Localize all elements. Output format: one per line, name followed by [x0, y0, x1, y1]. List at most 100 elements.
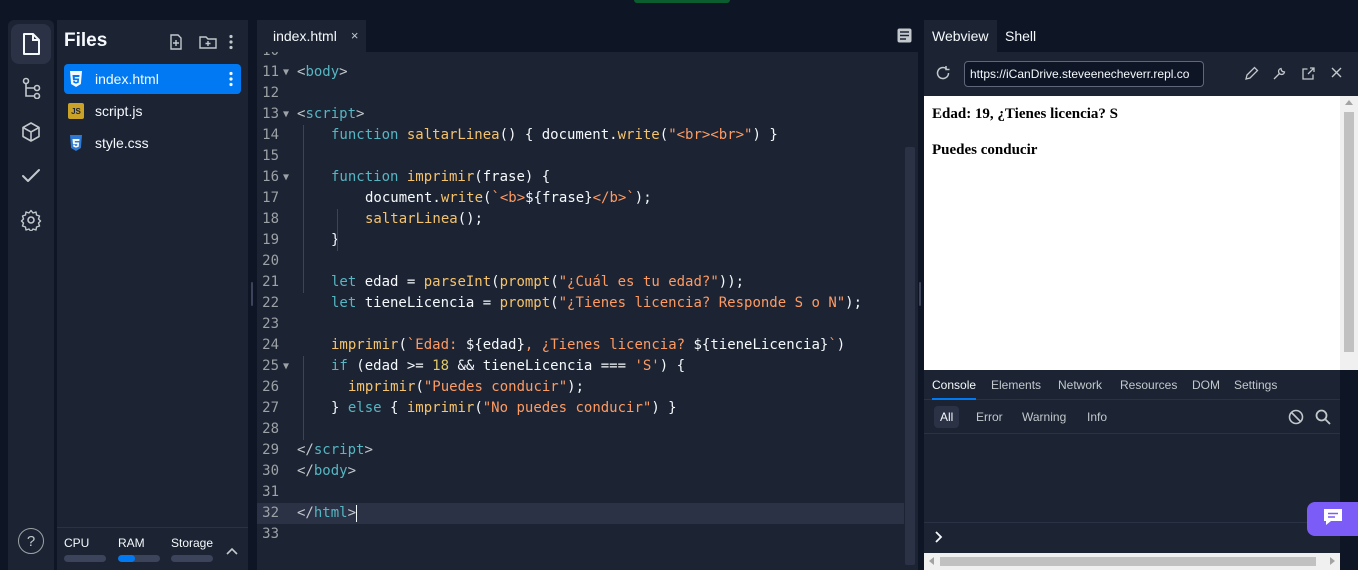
git-icon[interactable]: [11, 68, 51, 108]
tab-settings[interactable]: Settings: [1234, 370, 1277, 400]
code-token: (: [398, 337, 407, 353]
filter-all[interactable]: All: [934, 406, 960, 428]
tab-resources[interactable]: Resources: [1120, 370, 1177, 400]
files-icon[interactable]: [11, 24, 51, 64]
filter-warning[interactable]: Warning: [1016, 406, 1072, 428]
fold-arrow-icon[interactable]: ▼: [283, 167, 289, 188]
code-line[interactable]: 15: [257, 146, 904, 167]
line-number: 18: [262, 211, 279, 227]
edit-icon[interactable]: [1244, 66, 1259, 86]
packages-icon[interactable]: [11, 112, 51, 152]
fold-arrow-icon[interactable]: ▼: [283, 104, 289, 125]
code-line[interactable]: 20: [257, 251, 904, 272]
file-index-html[interactable]: index.html: [64, 64, 241, 94]
code-line[interactable]: 17 document.write(`<b>${frase}</b>`);: [257, 188, 904, 209]
code-token: html: [313, 505, 348, 521]
indent-guide: [303, 125, 304, 293]
code-line[interactable]: 19}: [257, 230, 904, 251]
webview-scrollbar[interactable]: [1340, 96, 1358, 370]
code-line[interactable]: 13 ▼ <script>: [257, 104, 904, 125]
line-number: 16: [262, 169, 279, 185]
editor-tabbar: index.html ×: [257, 20, 918, 52]
code-line[interactable]: 23: [257, 314, 904, 335]
new-folder-icon[interactable]: [199, 33, 217, 51]
settings-icon[interactable]: [11, 200, 51, 240]
code-line[interactable]: 24 imprimir(`Edad: ${edad}, ¿Tienes licen…: [257, 335, 904, 356]
code-line[interactable]: 32 </html>: [257, 503, 904, 524]
editor-scrollbar[interactable]: [905, 147, 915, 565]
check-icon[interactable]: [11, 156, 51, 196]
chevron-up-icon[interactable]: [226, 542, 238, 560]
code-token: ): [836, 337, 846, 353]
code-line[interactable]: 25 ▼ if (edad >= 18 && tieneLicencia === '…: [257, 356, 904, 377]
code-token: saltarLinea: [406, 127, 500, 143]
code-line[interactable]: 26 imprimir("Puedes conducir");: [257, 377, 904, 398]
code-line[interactable]: 11 ▼ <body>: [257, 62, 904, 83]
line-number: 27: [262, 400, 279, 416]
line-number: 19: [262, 232, 279, 248]
code-token: "<br><br>": [668, 127, 753, 143]
resize-handle[interactable]: [919, 282, 921, 306]
console-input[interactable]: [924, 522, 1340, 552]
files-menu-icon[interactable]: [222, 33, 240, 51]
file-menu-icon[interactable]: [229, 71, 233, 90]
code-line[interactable]: 30 </body>: [257, 461, 904, 482]
close-icon[interactable]: ×: [351, 28, 359, 43]
code-line[interactable]: 29 </script>: [257, 440, 904, 461]
filter-info[interactable]: Info: [1081, 406, 1113, 428]
tab-index-html[interactable]: index.html ×: [257, 20, 366, 52]
new-file-icon[interactable]: [167, 33, 185, 51]
tab-shell[interactable]: Shell: [997, 20, 1044, 52]
code-token: imprimir: [348, 379, 416, 395]
code-line[interactable]: 21 let edad = parseInt(prompt("¿Cuál es t…: [257, 272, 904, 293]
code-token: write: [617, 127, 660, 143]
file-style-css[interactable]: style.css: [64, 128, 241, 158]
tab-network[interactable]: Network: [1058, 370, 1102, 400]
code-token: </: [297, 505, 314, 521]
line-number: 21: [262, 274, 279, 290]
code-editor: index.html × 1011▼<body>1213▼<script>14f…: [257, 20, 918, 570]
code-token: () { document.: [499, 127, 618, 143]
fold-arrow-icon[interactable]: ▼: [283, 356, 289, 377]
code-line[interactable]: 10: [257, 52, 904, 62]
code-line[interactable]: 28: [257, 419, 904, 440]
reload-icon[interactable]: [935, 65, 951, 86]
resources-panel[interactable]: CPU RAM Storage: [57, 527, 248, 570]
wrench-icon[interactable]: [1272, 66, 1287, 86]
code-token: , ¿Tienes licencia?: [524, 337, 694, 353]
file-script-js[interactable]: JS script.js: [64, 96, 241, 126]
clear-console-icon[interactable]: [1288, 409, 1304, 430]
code-line[interactable]: 16 ▼ function imprimir(frase) {: [257, 167, 904, 188]
help-icon[interactable]: ?: [18, 528, 44, 554]
close-icon[interactable]: [1330, 66, 1343, 84]
code-line[interactable]: 33: [257, 524, 904, 545]
search-icon[interactable]: [1315, 409, 1331, 430]
layout-icon[interactable]: [897, 28, 912, 48]
external-link-icon[interactable]: [1301, 66, 1316, 86]
line-number: 29: [262, 442, 279, 458]
code-line[interactable]: 12: [257, 83, 904, 104]
tab-dom[interactable]: DOM: [1192, 370, 1220, 400]
code-token: script: [305, 106, 357, 122]
resize-handle[interactable]: [251, 282, 253, 306]
filter-error[interactable]: Error: [970, 406, 1009, 428]
tab-elements[interactable]: Elements: [991, 370, 1041, 400]
code-token: ${edad}: [465, 337, 525, 353]
code-line[interactable]: 22 let tieneLicencia = prompt("¿Tienes li…: [257, 293, 904, 314]
console-scrollbar[interactable]: [924, 553, 1340, 570]
code-token: (: [550, 295, 559, 311]
code-line[interactable]: 27} else { imprimir("No puedes conducir"…: [257, 398, 904, 419]
code-text: function imprimir(frase) {: [331, 167, 550, 188]
js-file-icon: JS: [68, 103, 84, 119]
code-line[interactable]: 14 function saltarLinea() { document.writ…: [257, 125, 904, 146]
code-area[interactable]: 1011▼<body>1213▼<script>14function salta…: [257, 52, 918, 570]
line-number: 26: [262, 379, 279, 395]
url-input[interactable]: https://iCanDrive.steveenecheverr.repl.c…: [964, 61, 1204, 87]
tab-webview[interactable]: Webview: [924, 20, 997, 52]
fold-arrow-icon[interactable]: ▼: [283, 62, 289, 83]
code-line[interactable]: 31: [257, 482, 904, 503]
code-line[interactable]: 18 saltarLinea();: [257, 209, 904, 230]
run-button-edge[interactable]: [634, 0, 730, 3]
chat-button[interactable]: [1307, 502, 1358, 536]
tab-console[interactable]: Console: [932, 370, 977, 400]
